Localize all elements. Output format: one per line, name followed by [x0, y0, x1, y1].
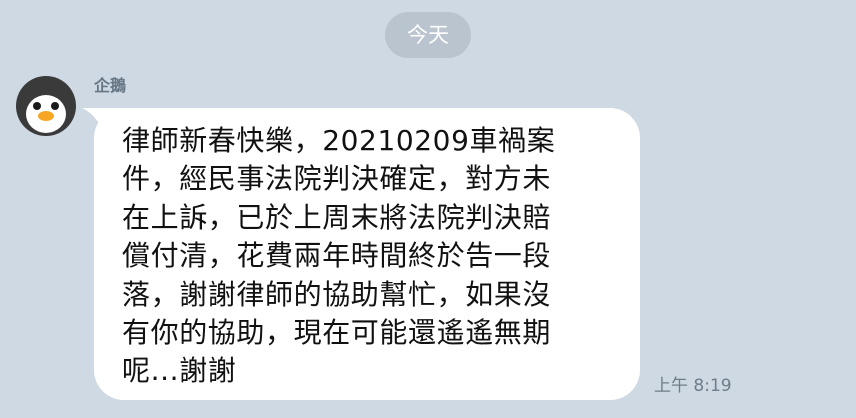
- date-divider: 今天: [385, 12, 471, 58]
- message-bubble[interactable]: 律師新春快樂，20210209車禍案 件，經民事法院判決確定，對方未 在上訴，已…: [94, 108, 640, 400]
- message-timestamp: 上午 8:19: [654, 376, 732, 396]
- sender-name: 企鵝: [94, 76, 127, 95]
- message-text: 律師新春快樂，20210209車禍案 件，經民事法院判決確定，對方未 在上訴，已…: [122, 124, 556, 388]
- penguin-avatar-icon[interactable]: [16, 76, 76, 136]
